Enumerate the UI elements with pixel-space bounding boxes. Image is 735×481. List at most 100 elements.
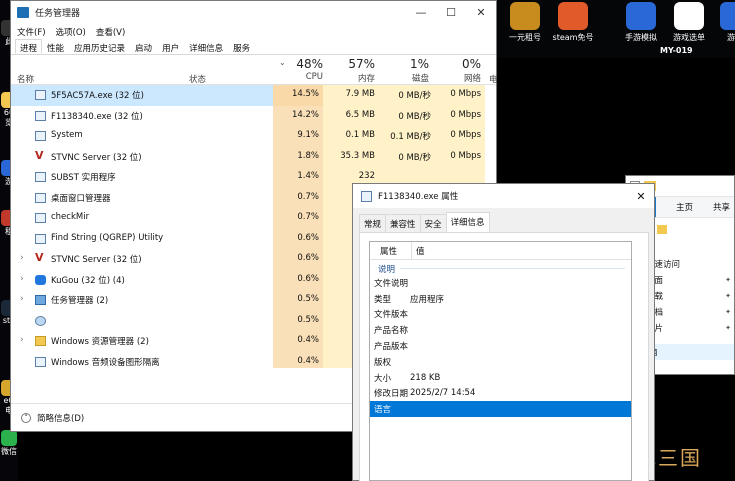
taskmgr-icon bbox=[35, 295, 46, 305]
memory-percent: 57% bbox=[348, 57, 375, 71]
window-icon bbox=[35, 192, 46, 203]
column-memory[interactable]: 57% 内存 bbox=[315, 57, 375, 84]
network-value: 0 Mbps bbox=[435, 146, 485, 167]
window-icon bbox=[35, 90, 46, 100]
tab[interactable]: 启动 bbox=[130, 39, 157, 54]
process-row[interactable]: System 9.1% 0.1 MB 0.1 MB/秒 0 Mbps bbox=[11, 126, 496, 147]
menu-item[interactable]: 查看(V) bbox=[96, 26, 125, 38]
tab[interactable]: 详细信息 bbox=[184, 39, 228, 54]
tab[interactable]: 进程 bbox=[15, 39, 43, 54]
memory-label: 内存 bbox=[357, 74, 375, 84]
process-row[interactable]: V STVNC Server (32 位) 1.8% 35.3 MB 0 MB/秒 0 M… bbox=[11, 146, 496, 168]
detail-row[interactable]: 语言 bbox=[370, 401, 631, 418]
tab[interactable]: 性能 bbox=[42, 39, 69, 54]
disk-value: 0 MB/秒 bbox=[379, 146, 435, 167]
detail-value: 应用程序 bbox=[410, 294, 445, 305]
cpu-value: 0.5% bbox=[273, 310, 323, 331]
window-icon bbox=[35, 213, 46, 223]
detail-row[interactable]: 文件说明 bbox=[370, 275, 631, 291]
desktop-shortcut[interactable]: 一元租号 bbox=[501, 0, 549, 56]
tab[interactable]: 兼容性 bbox=[385, 214, 421, 232]
detail-row[interactable]: 产品名称 bbox=[370, 322, 631, 338]
column-disk[interactable]: 1% 磁盘 bbox=[369, 57, 429, 84]
app-icon bbox=[558, 2, 588, 30]
disk-value: 0 MB/秒 bbox=[379, 105, 435, 126]
minimize-button[interactable]: — bbox=[406, 1, 436, 25]
title-bar[interactable]: 任务管理器 — ☐ ✕ bbox=[11, 1, 496, 25]
process-name-cell: Windows 音频设备图形隔离 bbox=[11, 352, 273, 369]
detail-key: 大小 bbox=[374, 373, 392, 384]
process-name: System bbox=[51, 130, 83, 140]
property-column-header[interactable]: 属性 bbox=[370, 242, 412, 259]
ribbon-tab-home[interactable]: 主页 bbox=[676, 201, 693, 213]
desktop-shortcut[interactable]: 微信 bbox=[0, 430, 18, 457]
tab[interactable]: 用户 bbox=[157, 39, 184, 54]
detail-row[interactable]: 文件版本 bbox=[370, 307, 631, 323]
process-name-cell: F1138340.exe (32 位) bbox=[11, 106, 273, 127]
menu-bar: 文件(F) 选项(O) 查看(V) bbox=[11, 25, 496, 39]
cpu-value: 0.6% bbox=[273, 269, 323, 290]
detail-row[interactable]: 大小 218 KB bbox=[370, 370, 631, 386]
detail-row[interactable]: 类型 应用程序 bbox=[370, 291, 631, 307]
maximize-button[interactable]: ☐ bbox=[436, 1, 466, 25]
tab[interactable]: 详细信息 bbox=[445, 212, 490, 232]
tab[interactable]: 应用历史记录 bbox=[69, 39, 130, 54]
tab[interactable]: 常规 bbox=[359, 214, 387, 232]
memory-value: 6.5 MB bbox=[323, 105, 379, 126]
process-name-cell: System bbox=[11, 126, 273, 147]
column-power[interactable]: 电 bbox=[489, 73, 498, 85]
process-name: SUBST 实用程序 bbox=[51, 173, 116, 183]
detail-row[interactable]: 修改日期 2025/2/7 14:54 bbox=[370, 386, 631, 402]
detail-key: 文件说明 bbox=[374, 278, 409, 289]
desktop-shortcut[interactable]: 游戏 bbox=[711, 0, 735, 56]
column-network[interactable]: 0% 网络 bbox=[421, 57, 481, 84]
desktop-shortcut[interactable]: 手游模拟 bbox=[617, 0, 665, 56]
desktop-shortcut[interactable]: steam免号 bbox=[549, 0, 597, 56]
window-icon bbox=[35, 356, 46, 367]
tab[interactable]: 服务 bbox=[228, 39, 255, 54]
menu-item[interactable]: 选项(O) bbox=[56, 26, 86, 38]
detail-key: 产品版本 bbox=[374, 342, 409, 353]
chevron-right-icon[interactable]: › bbox=[20, 294, 24, 304]
process-name: STVNC Server (32 位) bbox=[51, 152, 142, 163]
column-cpu[interactable]: 48% CPU bbox=[263, 57, 323, 82]
detail-row[interactable]: 版权 bbox=[370, 354, 631, 370]
process-row[interactable]: F1138340.exe (32 位) 14.2% 6.5 MB 0 MB/秒 0 Mb… bbox=[11, 105, 496, 127]
shortcut-label: 游戏选单 bbox=[673, 33, 705, 42]
column-status[interactable]: 状态 bbox=[189, 73, 206, 85]
column-name[interactable]: 名称 bbox=[17, 73, 34, 85]
cpu-value: 9.1% bbox=[273, 126, 323, 147]
chevron-right-icon[interactable]: › bbox=[20, 274, 24, 284]
window-icon bbox=[35, 110, 46, 121]
disk-percent: 1% bbox=[409, 57, 429, 71]
cpu-value: 0.5% bbox=[273, 290, 323, 311]
cpu-percent: 48% bbox=[296, 57, 323, 71]
folder-icon bbox=[657, 224, 668, 234]
chevron-right-icon[interactable]: › bbox=[20, 335, 24, 345]
network-value: 0 Mbps bbox=[435, 85, 485, 106]
close-button[interactable]: ✕ bbox=[628, 190, 654, 203]
tab[interactable]: 安全 bbox=[419, 214, 447, 232]
menu-item[interactable]: 文件(F) bbox=[17, 26, 46, 38]
details-list: 属性 值 说明 文件说明 类型 应用程序 文件版本 产品名称 产品版本 版权 大小 218 KB… bbox=[369, 241, 632, 481]
details-header: 属性 值 bbox=[370, 242, 631, 260]
process-name-cell: V STVNC Server (32 位) bbox=[11, 147, 273, 168]
process-name-cell: › 任务管理器 (2) bbox=[11, 290, 273, 311]
detail-row[interactable]: 产品版本 bbox=[370, 338, 631, 354]
pin-icon: ✦ bbox=[725, 324, 731, 332]
close-button[interactable]: ✕ bbox=[466, 1, 496, 25]
details-panel: 属性 值 说明 文件说明 类型 应用程序 文件版本 产品名称 产品版本 版权 大小 218 KB… bbox=[359, 232, 649, 481]
value-column-header[interactable]: 值 bbox=[412, 245, 425, 257]
process-name: Find String (QGREP) Utility bbox=[51, 232, 164, 243]
ribbon-tab-share[interactable]: 共享 bbox=[713, 201, 730, 213]
chevron-right-icon[interactable]: › bbox=[20, 253, 24, 263]
process-name: STVNC Server (32 位) bbox=[51, 255, 142, 265]
network-label: 网络 bbox=[463, 74, 481, 84]
dialog-title-bar[interactable]: F1138340.exe 属性 ✕ bbox=[353, 184, 654, 208]
cpu-value: 1.8% bbox=[273, 146, 323, 167]
file-icon bbox=[361, 190, 372, 202]
window-icon bbox=[35, 172, 46, 182]
process-row[interactable]: 5F5AC57A.exe (32 位) 14.5% 7.9 MB 0 MB/秒 0 Mb… bbox=[11, 85, 496, 106]
tab-bar: 进程 性能 应用历史记录 启动 用户 详细信息 服务 bbox=[11, 39, 496, 55]
process-name: Windows 音频设备图形隔离 bbox=[51, 357, 160, 368]
